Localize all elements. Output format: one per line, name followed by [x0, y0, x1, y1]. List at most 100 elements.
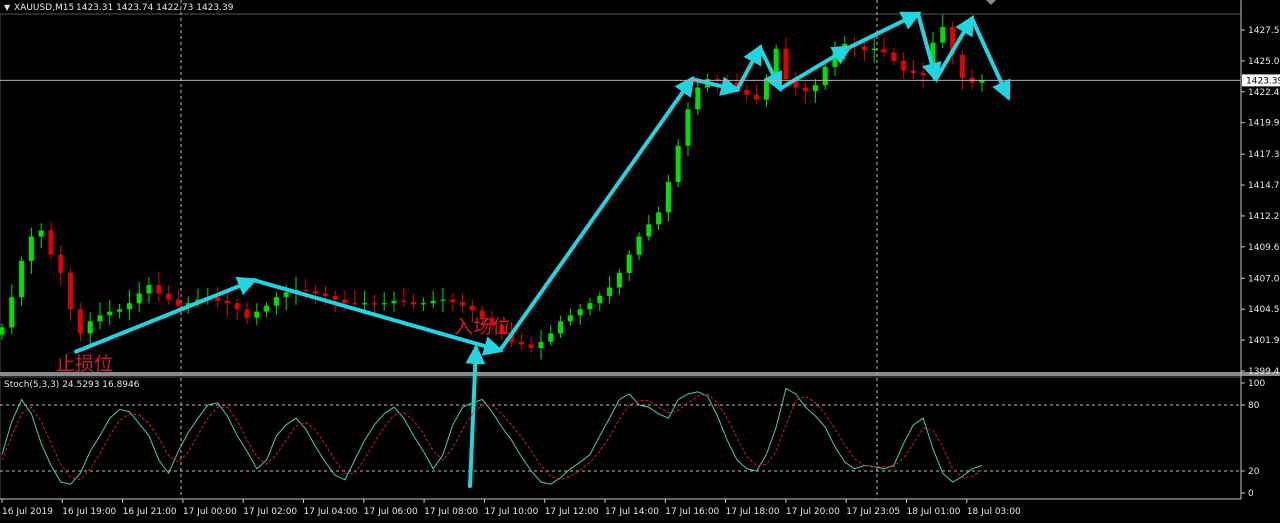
trend-arrow [970, 16, 1011, 101]
current-price-label: 1423.39 [1246, 76, 1280, 86]
candle-body [322, 293, 328, 296]
candle-body [881, 48, 887, 53]
candle-body [166, 293, 172, 300]
candle-body [803, 87, 809, 92]
candle-body [87, 321, 93, 334]
time-tick-label: 16 Jul 19:00 [62, 507, 116, 517]
time-tick-label: 16 Jul 2019 [2, 507, 53, 517]
stoch-tick-label: 80 [1248, 401, 1260, 411]
trend-arrow [498, 75, 695, 353]
candle-body [146, 284, 152, 294]
time-axis-labels: 16 Jul 2019 16 Jul 19:00 16 Jul 21:00 17 Ju… [1, 499, 1021, 517]
candle-body [9, 297, 15, 328]
candle-body [303, 289, 309, 292]
candle-body [528, 344, 534, 348]
price-chart: 1427.55 1425.00 1422.45 1419.90 1417.30 1414.… [0, 0, 1280, 517]
candle-body [117, 309, 123, 312]
time-tick-label: 17 Jul 04:00 [304, 507, 358, 517]
time-tick-label: 17 Jul 08:00 [424, 507, 478, 517]
candle-body [362, 303, 368, 305]
price-tick-label: 1404.50 [1248, 305, 1280, 315]
candle-body [58, 254, 64, 273]
candle-body [97, 315, 103, 322]
candle-body [283, 292, 289, 298]
candle-body [273, 297, 279, 306]
candle-body [518, 341, 524, 345]
scroll-marker-icon[interactable] [986, 0, 996, 5]
price-tick-label: 1422.45 [1248, 88, 1280, 98]
price-tick-label: 1427.55 [1248, 26, 1280, 36]
candle-body [342, 299, 348, 304]
candle-body [558, 321, 564, 334]
candle-body [871, 48, 877, 50]
candle-body [685, 109, 691, 146]
candle-body [567, 315, 573, 322]
time-tick-label: 17 Jul 12:00 [545, 507, 599, 517]
stoch-panel-frame [0, 376, 1242, 500]
time-tick-label: 18 Jul 01:00 [907, 507, 961, 517]
candle-body [607, 287, 613, 296]
candle-body [891, 52, 897, 61]
candle-body [430, 300, 436, 304]
time-tick-label: 16 Jul 21:00 [123, 507, 177, 517]
candle-body [401, 300, 407, 302]
stoch-tick-label: 100 [1248, 379, 1265, 389]
price-tick-label: 1417.30 [1248, 150, 1280, 160]
candle-body [538, 341, 544, 348]
candle-body [68, 272, 74, 310]
candle-body [126, 303, 132, 310]
candle-body [440, 299, 446, 301]
candle-body [254, 311, 260, 318]
candle-body [0, 327, 5, 335]
price-tick-label: 1414.75 [1248, 181, 1280, 191]
candle-body [754, 94, 760, 100]
stoch-tick-label: 20 [1248, 467, 1260, 477]
stoch-axis-labels: 100 80 20 0 [1241, 379, 1265, 499]
symbol-label: XAUUSD,M15 [14, 3, 74, 13]
candle-body [420, 303, 426, 305]
trend-arrow [778, 45, 853, 91]
price-tick-label: 1419.90 [1248, 119, 1280, 129]
candle-body [19, 260, 25, 298]
candle-body [156, 284, 162, 294]
candle-body [587, 303, 593, 310]
time-tick-label: 17 Jul 10:00 [484, 507, 538, 517]
stoch-label: Stoch(5,3,3) 24.5293 16.8946 [4, 380, 140, 390]
candle-body [656, 212, 662, 225]
candle-body [548, 333, 554, 342]
candle-body [371, 303, 377, 305]
candle-body [469, 305, 475, 311]
candle-body [920, 73, 926, 76]
time-tick-label: 17 Jul 16:00 [665, 507, 719, 517]
candle-body [77, 309, 83, 334]
candle-body [646, 224, 652, 237]
candle-body [695, 87, 701, 110]
candle-body [861, 46, 867, 50]
candle-body [901, 60, 907, 71]
entry-annotation: 入场位 [454, 316, 511, 338]
candle-body [224, 300, 230, 304]
time-tick-label: 17 Jul 00:00 [183, 507, 237, 517]
candle-body [411, 301, 417, 305]
price-tick-label: 1412.20 [1248, 212, 1280, 222]
candle-body [313, 291, 319, 294]
candle-body [626, 254, 632, 273]
chart-menu-icon[interactable]: ▼ [4, 3, 11, 12]
price-tick-label: 1401.95 [1248, 336, 1280, 346]
candle-body [812, 85, 818, 92]
candle-body [381, 303, 387, 305]
candle-body [636, 236, 642, 255]
candle-body [136, 293, 142, 304]
candle-body [616, 272, 622, 288]
time-tick-label: 18 Jul 03:00 [967, 507, 1021, 517]
stochastic-series [1, 387, 983, 485]
candle-body [175, 299, 181, 306]
candle-body [264, 305, 270, 312]
candle-body [352, 303, 358, 305]
price-tick-label: 1409.65 [1248, 243, 1280, 253]
candle-body [215, 297, 221, 301]
price-panel-frame [0, 13, 1242, 374]
candle-body [391, 300, 397, 304]
candle-body [332, 295, 338, 300]
candle-body [597, 295, 603, 304]
